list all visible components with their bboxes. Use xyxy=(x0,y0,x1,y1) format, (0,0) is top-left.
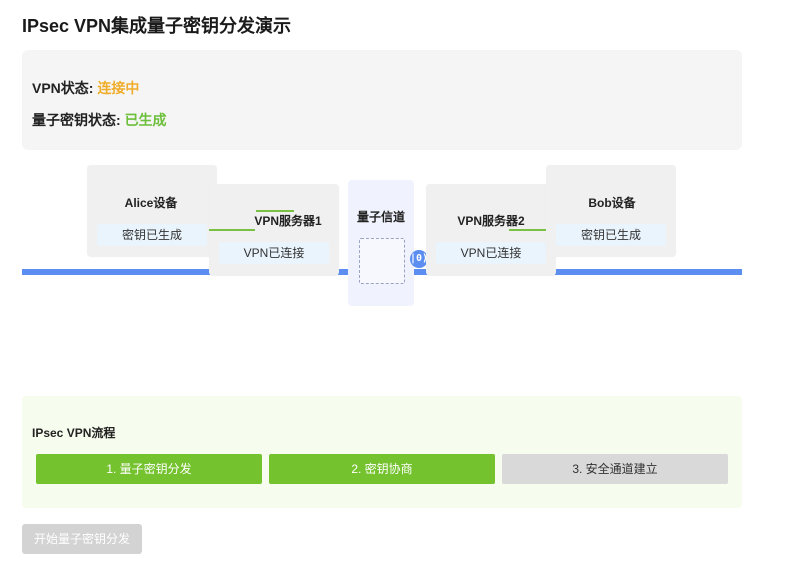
quantum-channel-title: 量子信道 xyxy=(356,210,405,224)
flow-step-qkd: 1. 量子密钥分发 xyxy=(36,454,262,484)
ipsec-flow-panel: IPsec VPN流程 1. 量子密钥分发 2. 密钥协商 3. 安全通道建立 xyxy=(22,396,742,508)
start-qkd-button[interactable]: 开始量子密钥分发 xyxy=(22,524,142,554)
key-status-label: 量子密钥状态: xyxy=(32,112,121,128)
flow-step-key-negotiation: 2. 密钥协商 xyxy=(269,454,495,484)
alice-vpn1-link xyxy=(209,229,255,231)
vpn-server-1-title: VPN服务器1 xyxy=(254,214,322,228)
key-status-value: 已生成 xyxy=(124,112,167,128)
vpn1-link-marker xyxy=(256,210,294,212)
alice-device-node: Alice设备 密钥已生成 xyxy=(87,165,217,257)
bob-key-status: 密钥已生成 xyxy=(556,224,666,246)
flow-title: IPsec VPN流程 xyxy=(32,426,116,440)
flow-step-secure-tunnel: 3. 安全通道建立 xyxy=(502,454,728,484)
vpn-status-label: VPN状态: xyxy=(32,80,94,96)
quantum-channel: 量子信道 xyxy=(348,180,414,306)
vpn-server-2-title: VPN服务器2 xyxy=(457,214,525,228)
quantum-channel-box xyxy=(359,238,405,284)
alice-device-title: Alice设备 xyxy=(124,196,178,210)
page-title: IPsec VPN集成量子密钥分发演示 xyxy=(22,16,292,36)
vpn-server-1-status: VPN已连接 xyxy=(219,242,329,264)
alice-key-status: 密钥已生成 xyxy=(97,224,207,246)
bob-device-node: Bob设备 密钥已生成 xyxy=(546,165,676,257)
vpn-server-2-status: VPN已连接 xyxy=(436,242,546,264)
key-status-row: 量子密钥状态: 已生成 xyxy=(32,110,167,130)
status-panel: VPN状态: 连接中 量子密钥状态: 已生成 xyxy=(22,50,742,150)
vpn-status-value: 连接中 xyxy=(97,80,140,96)
bob-device-title: Bob设备 xyxy=(588,196,636,210)
vpn-status-row: VPN状态: 连接中 xyxy=(32,78,139,98)
